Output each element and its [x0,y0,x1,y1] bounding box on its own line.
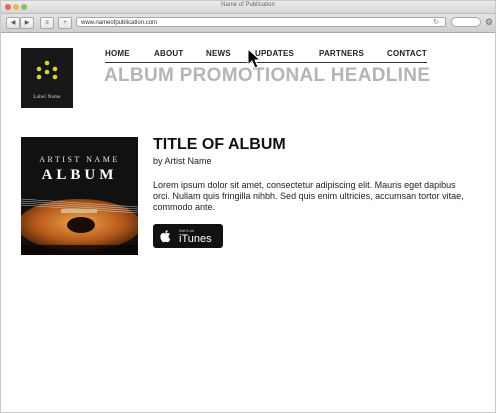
nav-contact[interactable]: CONTACT [387,49,427,58]
label-logo[interactable]: Label Name [21,48,73,108]
main-nav: HOME ABOUT NEWS UPDATES PARTNERS CONTACT [105,48,427,63]
mouse-cursor-icon [247,48,261,69]
guitar-image [21,198,138,255]
back-arrow-icon: ◀ [10,20,16,26]
reader-button[interactable]: ≡ [40,17,54,29]
nav-news[interactable]: NEWS [206,49,231,58]
search-field[interactable] [451,17,481,27]
nav-about[interactable]: ABOUT [154,49,183,58]
album-artist: by Artist Name [153,156,212,166]
url-text: www.nameofpublication.com [81,20,158,26]
promo-headline: ALBUM PROMOTIONAL HEADLINE [104,65,431,86]
logo-dots-icon [36,60,58,80]
add-bookmark-button[interactable]: + [58,17,72,29]
album-cover[interactable]: ARTIST NAME ALBUM [21,137,138,255]
title-bar: Name of Publication [1,1,495,14]
forward-button[interactable]: ▶ [20,17,34,29]
album-description: Lorem ipsum dolor sit amet, consectetur … [153,180,464,212]
reader-icon: ≡ [45,20,49,26]
reload-icon[interactable]: ↻ [433,18,439,28]
logo-text: Label Name [33,95,61,100]
apple-icon [160,230,171,243]
itunes-button[interactable]: Get it on iTunes [153,224,223,248]
itunes-label: iTunes [179,233,212,245]
gear-icon[interactable]: ⚙ [485,17,493,27]
browser-window: Name of Publication ◀ ▶ ≡ + www.nameofpu… [0,0,496,413]
forward-arrow-icon: ▶ [24,20,30,26]
album-title: TITLE OF ALBUM [153,136,286,153]
window-title: Name of Publication [221,2,275,8]
browser-toolbar: ◀ ▶ ≡ + www.nameofpublication.com ↻ ⚙ [1,14,495,33]
nav-partners[interactable]: PARTNERS [319,49,364,58]
nav-home[interactable]: HOME [105,49,130,58]
address-bar[interactable]: www.nameofpublication.com ↻ [76,17,446,27]
plus-icon: + [63,20,67,26]
back-button[interactable]: ◀ [6,17,20,29]
